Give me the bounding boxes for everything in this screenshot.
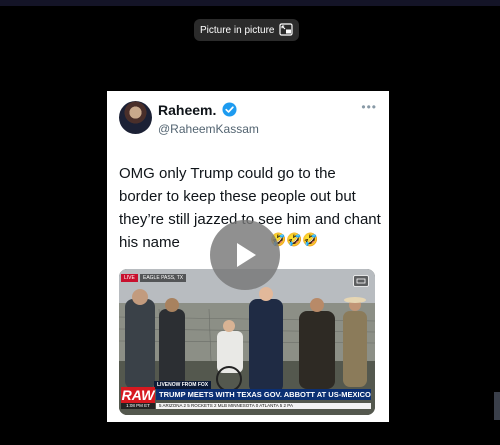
user-handle[interactable]: @RaheemKassam — [158, 122, 259, 136]
broadcast-time: 1:08 PM ET — [121, 403, 155, 409]
pip-label: Picture in picture — [200, 24, 275, 36]
livenow-banner: LIVENOW FROM FOX — [154, 381, 212, 389]
tweet-card[interactable]: Raheem. @RaheemKassam ••• OMG only Trump… — [107, 91, 389, 422]
window-top-strip — [0, 0, 500, 6]
picture-in-picture-button[interactable]: Picture in picture — [194, 19, 299, 41]
video-player[interactable]: LIVE EAGLE PASS, TX LIVENOW FROM FOX RAW… — [119, 269, 375, 415]
play-icon — [237, 243, 256, 267]
closed-captions-icon[interactable] — [353, 275, 369, 287]
news-headline: TRUMP MEETS WITH TEXAS GOV. ABBOTT AT US… — [156, 389, 371, 400]
display-name[interactable]: Raheem. — [158, 102, 216, 118]
raw-badge: RAW — [121, 387, 155, 403]
window-edge — [494, 392, 500, 420]
score-ticker: 5 ARIZONA 2 5 ROCKETS 2 MLB MINNESOTA 0 … — [156, 403, 371, 409]
picture-in-picture-icon — [279, 23, 293, 36]
live-tag: LIVE — [121, 274, 138, 282]
location-tag: EAGLE PASS, TX — [140, 274, 187, 282]
play-button[interactable] — [210, 220, 280, 290]
more-icon[interactable]: ••• — [361, 100, 377, 114]
verified-badge-icon — [222, 102, 237, 117]
avatar[interactable] — [119, 101, 152, 134]
